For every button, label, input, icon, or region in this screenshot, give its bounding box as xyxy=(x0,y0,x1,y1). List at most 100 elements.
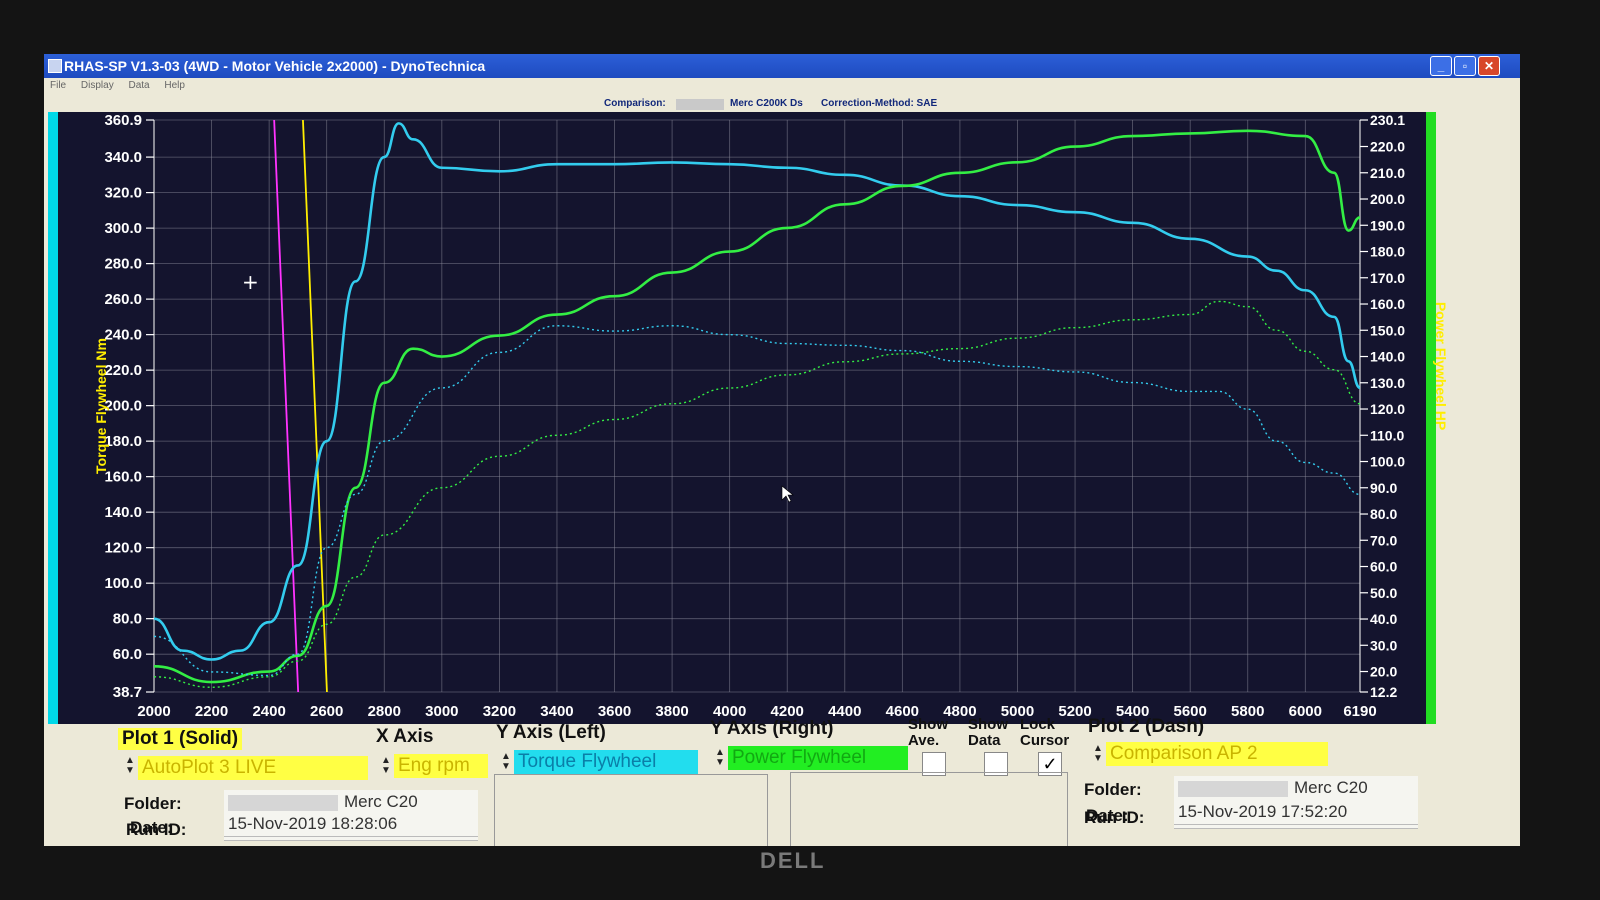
y-left-tick-label: 180.0 xyxy=(104,433,142,450)
y-right-tick-label: 220.0 xyxy=(1370,139,1405,155)
y-left-tick-label: 200.0 xyxy=(104,398,142,415)
plot2-folder-blurred xyxy=(1178,780,1288,797)
y-right-tick-label: 230.1 xyxy=(1370,112,1405,128)
plot1-spinner-icon[interactable]: ▲ ▼ xyxy=(124,756,136,776)
y-left-tick-label: 240.0 xyxy=(104,327,142,344)
y-left-tick-label: 100.0 xyxy=(104,575,142,592)
plot1-date-label: Date: xyxy=(130,818,173,837)
menu-file[interactable]: File xyxy=(44,78,72,93)
y-right-tick-label: 70.0 xyxy=(1370,532,1397,548)
lock-cursor-label-line2: Cursor xyxy=(1020,732,1070,749)
plot-background xyxy=(58,112,1426,724)
y-left-tick-label: 220.0 xyxy=(104,362,142,379)
y-right-tick-label: 30.0 xyxy=(1370,637,1397,653)
y-left-select[interactable]: Torque Flywheel xyxy=(514,750,698,774)
empty-box-left xyxy=(494,774,768,846)
y-right-select[interactable]: Power Flywheel xyxy=(728,746,908,770)
y-right-tick-label: 130.0 xyxy=(1370,375,1405,391)
x-axis-select[interactable]: Eng rpm xyxy=(394,754,488,778)
correction-method: Correction-Method: SAE xyxy=(821,98,938,109)
close-button[interactable]: ✕ xyxy=(1478,56,1500,76)
x-tick-label: 3600 xyxy=(598,703,631,720)
y-left-tick-label: 260.0 xyxy=(104,291,142,308)
menu-display[interactable]: Display xyxy=(75,78,120,93)
plot2-select[interactable]: Comparison AP 2 xyxy=(1106,742,1328,766)
y-right-tick-label: 200.0 xyxy=(1370,191,1405,207)
y-left-tick-label: 340.0 xyxy=(104,149,142,166)
y-left-tick-label: 60.0 xyxy=(113,646,142,663)
y-left-tick-label: 120.0 xyxy=(104,540,142,557)
y-right-tick-label: 20.0 xyxy=(1370,664,1397,680)
y-right-tick-label: 40.0 xyxy=(1370,611,1397,627)
maximize-button[interactable]: ▫ xyxy=(1454,56,1476,76)
comparison-label: Comparison: xyxy=(604,98,666,109)
y-right-tick-label: 110.0 xyxy=(1370,427,1404,443)
menu-bar: File Display Data Help xyxy=(44,78,1520,96)
lock-cursor-label-line1: Lock xyxy=(1020,716,1056,733)
title-bar: RHAS-SP V1.3-03 (4WD - Motor Vehicle 2x2… xyxy=(44,54,1520,78)
y-right-title: Y Axis (Right) xyxy=(710,718,834,739)
plot1-title: Plot 1 (Solid) xyxy=(118,728,243,750)
y-right-tick-label: 90.0 xyxy=(1370,480,1397,496)
y-right-spinner-icon[interactable]: ▲ ▼ xyxy=(714,748,726,768)
x-tick-label: 3800 xyxy=(655,703,688,720)
y-right-tick-label: 80.0 xyxy=(1370,506,1397,522)
app-icon xyxy=(48,59,62,73)
x-axis-title: X Axis xyxy=(376,726,434,747)
y-left-tick-label: 360.9 xyxy=(104,112,142,129)
menu-data[interactable]: Data xyxy=(122,78,155,93)
monitor-brand-logo: DELL xyxy=(760,848,826,873)
comparison-blurred-field xyxy=(676,99,724,110)
y-right-tick-label: 150.0 xyxy=(1370,322,1405,338)
plot2-folder-value: Merc C20 xyxy=(1294,778,1368,797)
vehicle-name: Merc C200K Ds xyxy=(730,98,803,109)
show-data-label-line2: Data xyxy=(968,732,1001,749)
minimize-button[interactable]: _ xyxy=(1430,56,1452,76)
plot2-title: Plot 2 (Dash) xyxy=(1088,716,1205,737)
y-left-axis-label: Torque Flywheel Nm xyxy=(93,338,109,474)
y-right-tick-label: 50.0 xyxy=(1370,585,1397,601)
left-cyan-strip xyxy=(48,112,58,724)
x-tick-label: 6190 xyxy=(1343,703,1376,720)
crosshair-icon: + xyxy=(242,270,259,294)
y-right-tick-label: 190.0 xyxy=(1370,217,1405,233)
y-right-tick-label: 170.0 xyxy=(1370,270,1405,286)
plot1-date-value: 15-Nov-2019 18:28:06 xyxy=(224,812,478,837)
y-right-tick-label: 60.0 xyxy=(1370,559,1397,575)
show-data-label-line1: Show xyxy=(968,716,1008,733)
dyno-chart: 2000 2200 2400 2600 2800 3000 3200 3400 3600 3800… xyxy=(48,112,1449,724)
menu-help[interactable]: Help xyxy=(158,78,191,93)
y-left-title: Y Axis (Left) xyxy=(496,722,606,743)
x-tick-label: 3200 xyxy=(483,703,516,720)
plot2-folder-field: Merc C20 xyxy=(1174,776,1418,801)
x-tick-label: 2600 xyxy=(310,703,343,720)
plot2-date-label: Date: xyxy=(1086,806,1129,825)
y-right-tick-label: 100.0 xyxy=(1370,454,1405,470)
y-right-tick-label: 120.0 xyxy=(1370,401,1405,417)
x-tick-label: 2400 xyxy=(252,703,285,720)
y-left-tick-label: 300.0 xyxy=(104,220,142,237)
x-tick-label: 3000 xyxy=(425,703,458,720)
y-right-axis-label: Power Flywheel HP xyxy=(1433,302,1449,430)
y-left-spinner-icon[interactable]: ▲ ▼ xyxy=(500,752,512,772)
plot2-folder-label: Folder: xyxy=(1084,780,1142,799)
screen: RHAS-SP V1.3-03 (4WD - Motor Vehicle 2x2… xyxy=(44,54,1520,846)
plot1-select[interactable]: AutoPlot 3 LIVE xyxy=(138,756,368,780)
y-left-tick-label: 320.0 xyxy=(104,185,142,202)
plot1-folder-value: Merc C20 xyxy=(344,792,418,811)
empty-box-right xyxy=(790,772,1068,846)
x-tick-label: 2800 xyxy=(368,703,401,720)
x-axis-spinner-icon[interactable]: ▲ ▼ xyxy=(380,756,392,776)
x-tick-label: 5800 xyxy=(1231,703,1264,720)
y-left-tick-label: 140.0 xyxy=(104,504,142,521)
plot2-spinner-icon[interactable]: ▲ ▼ xyxy=(1092,744,1104,764)
y-right-tick-label: 180.0 xyxy=(1370,244,1405,260)
y-right-tick-label: 210.0 xyxy=(1370,165,1405,181)
x-tick-label: 5200 xyxy=(1058,703,1091,720)
info-bar: Comparison: Merc C200K Ds Correction-Met… xyxy=(44,96,1520,112)
plot1-folder-label: Folder: xyxy=(124,794,182,813)
y-right-tick-label: 140.0 xyxy=(1370,349,1405,365)
x-tick-label: 2200 xyxy=(195,703,228,720)
y-left-tick-label: 160.0 xyxy=(104,469,142,486)
window-title: RHAS-SP V1.3-03 (4WD - Motor Vehicle 2x2… xyxy=(64,58,486,74)
